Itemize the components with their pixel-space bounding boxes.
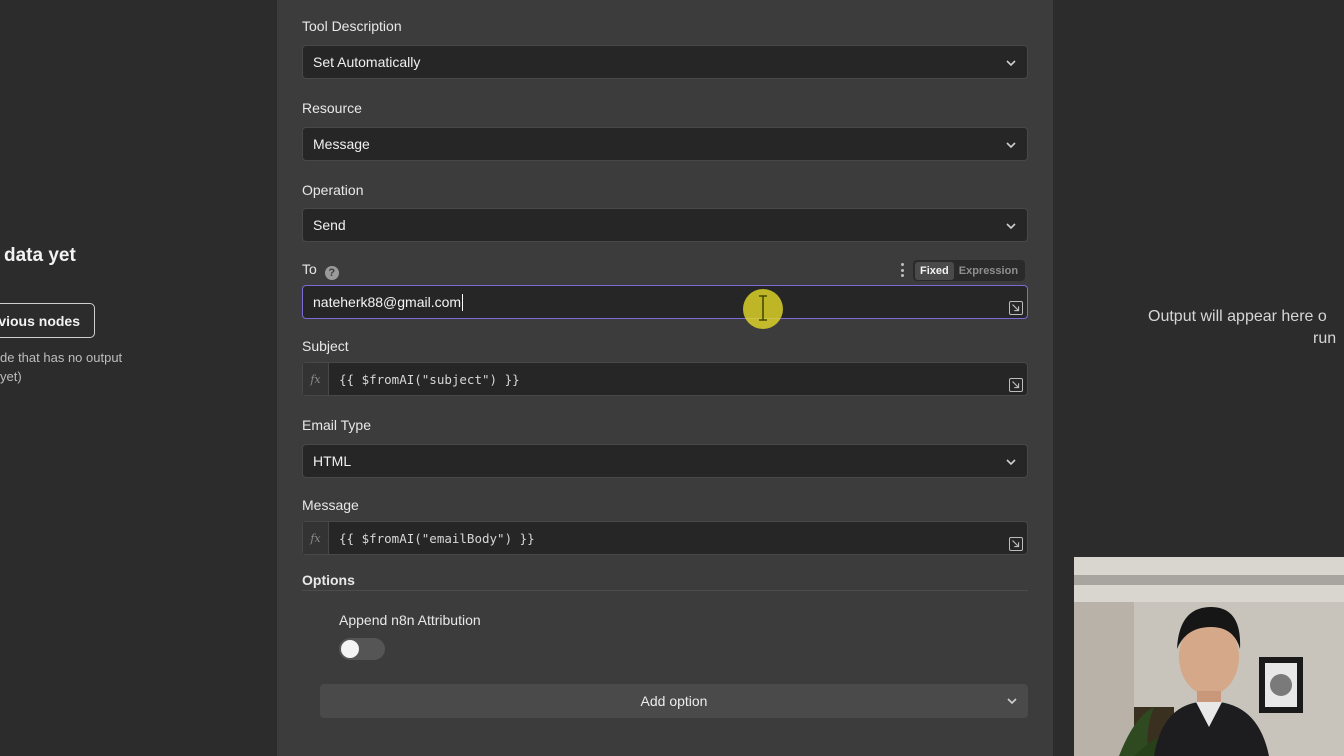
options-heading: Options [302, 572, 355, 588]
execute-previous-nodes-button[interactable]: vious nodes [0, 303, 95, 338]
expand-editor-icon[interactable] [1009, 301, 1023, 315]
input-panel: data yet vious nodes de that has no outp… [0, 0, 277, 756]
more-options-icon[interactable] [899, 263, 905, 277]
chevron-down-icon [1007, 698, 1017, 705]
options-divider [302, 590, 1028, 591]
tool-description-label: Tool Description [302, 18, 402, 34]
no-input-hint-line1: de that has no output [0, 350, 123, 365]
append-attribution-toggle[interactable] [339, 638, 385, 660]
to-label: To ? [302, 261, 339, 280]
tool-description-select[interactable]: Set Automatically [302, 45, 1028, 79]
message-label: Message [302, 497, 359, 513]
output-placeholder-line2: run [1313, 330, 1337, 347]
email-type-select[interactable]: HTML [302, 444, 1028, 478]
resource-select[interactable]: Message [302, 127, 1028, 161]
subject-expression-value: {{ $fromAI("subject") }} [339, 371, 520, 387]
webcam-overlay [1074, 557, 1344, 756]
fixed-expression-toggle: Fixed Expression [913, 260, 1026, 281]
to-label-text: To [302, 261, 317, 277]
chevron-down-icon [1006, 60, 1016, 67]
message-expression-value: {{ $fromAI("emailBody") }} [339, 530, 535, 546]
append-attribution-label: Append n8n Attribution [339, 612, 481, 628]
resource-value: Message [313, 136, 370, 152]
fx-icon: fx [303, 522, 329, 554]
add-option-label: Add option [640, 693, 708, 709]
add-option-button[interactable]: Add option [320, 684, 1028, 718]
to-input[interactable]: nateherk88@gmail.com [302, 285, 1028, 319]
no-input-data-title: data yet [4, 245, 76, 266]
chevron-down-icon [1006, 142, 1016, 149]
toggle-knob [341, 640, 359, 658]
subject-expression-input[interactable]: fx {{ $fromAI("subject") }} [302, 362, 1028, 396]
node-parameters-panel: Tool Description Set Automatically Resou… [277, 0, 1053, 756]
operation-select[interactable]: Send [302, 208, 1028, 242]
to-input-value: nateherk88@gmail.com [313, 294, 462, 310]
no-input-hint: de that has no output yet) [0, 348, 122, 386]
message-expression-input[interactable]: fx {{ $fromAI("emailBody") }} [302, 521, 1028, 555]
expand-editor-icon[interactable] [1009, 537, 1023, 551]
chevron-down-icon [1006, 223, 1016, 230]
email-type-value: HTML [313, 453, 352, 469]
expand-editor-icon[interactable] [1009, 378, 1023, 392]
resource-label: Resource [302, 100, 362, 116]
output-placeholder-line1: Output will appear here o [1148, 308, 1327, 325]
help-icon[interactable]: ? [324, 266, 339, 280]
text-cursor-icon [759, 295, 767, 321]
text-caret [462, 293, 464, 311]
fx-icon: fx [303, 363, 329, 395]
tool-description-value: Set Automatically [313, 54, 421, 70]
no-input-hint-line2: yet) [0, 369, 22, 384]
operation-label: Operation [302, 182, 364, 198]
operation-value: Send [313, 217, 346, 233]
output-placeholder: Output will appear here o run [1148, 306, 1336, 350]
email-type-label: Email Type [302, 417, 371, 433]
subject-label: Subject [302, 338, 349, 354]
mode-fixed[interactable]: Fixed [915, 261, 954, 280]
presenter-video [1074, 557, 1344, 756]
mode-expression[interactable]: Expression [954, 262, 1023, 280]
chevron-down-icon [1006, 459, 1016, 466]
